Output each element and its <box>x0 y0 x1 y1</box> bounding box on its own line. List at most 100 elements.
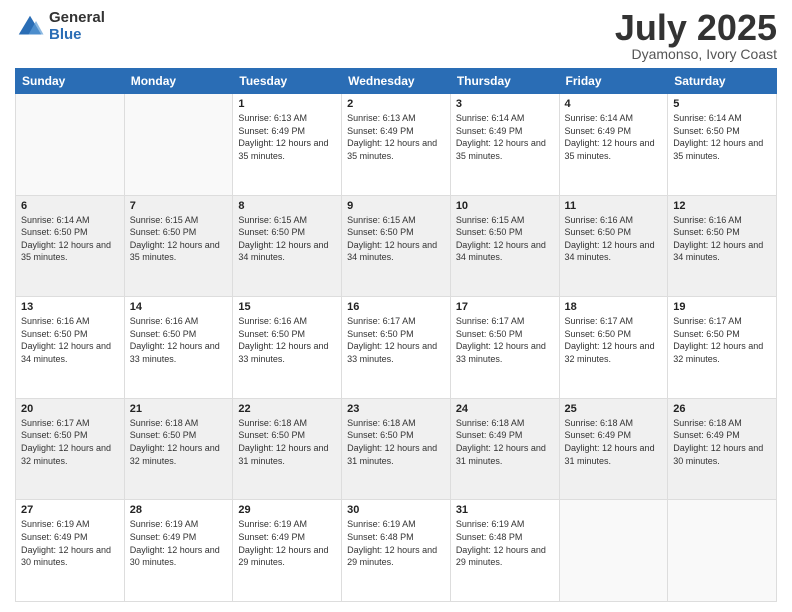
day-number: 12 <box>673 200 771 212</box>
day-info: Sunrise: 6:16 AMSunset: 6:50 PMDaylight:… <box>130 315 228 365</box>
header-tuesday: Tuesday <box>233 69 342 94</box>
day-number: 29 <box>238 504 336 516</box>
header: General Blue July 2025 Dyamonso, Ivory C… <box>15 10 777 62</box>
day-number: 16 <box>347 301 445 313</box>
day-info: Sunrise: 6:15 AMSunset: 6:50 PMDaylight:… <box>456 214 554 264</box>
table-row: 4Sunrise: 6:14 AMSunset: 6:49 PMDaylight… <box>559 94 668 196</box>
logo-blue-label: Blue <box>49 27 105 44</box>
table-row: 24 Sunrise: 6:18 AMSunset: 6:49 PMDayligh… <box>450 398 559 500</box>
day-number: 24 <box>456 403 554 415</box>
day-info: Sunrise: 6:16 AMSunset: 6:50 PMDaylight:… <box>238 315 336 365</box>
day-info: Sunrise: 6:19 AMSunset: 6:48 PMDaylight:… <box>347 518 445 568</box>
table-row: 14 Sunrise: 6:16 AMSunset: 6:50 PMDayligh… <box>124 297 233 399</box>
day-info: Sunrise: 6:15 AMSunset: 6:50 PMDaylight:… <box>238 214 336 264</box>
table-row: 8 Sunrise: 6:15 AMSunset: 6:50 PMDaylight… <box>233 195 342 297</box>
logo-text: General Blue <box>49 10 105 43</box>
day-number: 4 <box>565 98 663 110</box>
day-info: Sunrise: 6:18 AMSunset: 6:50 PMDaylight:… <box>130 417 228 467</box>
header-monday: Monday <box>124 69 233 94</box>
table-row: 29 Sunrise: 6:19 AMSunset: 6:49 PMDayligh… <box>233 500 342 602</box>
day-info: Sunrise: 6:19 AMSunset: 6:49 PMDaylight:… <box>21 518 119 568</box>
day-info: Sunrise: 6:19 AMSunset: 6:49 PMDaylight:… <box>130 518 228 568</box>
day-info: Sunrise: 6:18 AMSunset: 6:49 PMDaylight:… <box>673 417 771 467</box>
calendar-week-5: 27 Sunrise: 6:19 AMSunset: 6:49 PMDayligh… <box>16 500 777 602</box>
logo-general-label: General <box>49 10 105 27</box>
day-info: Sunrise: 6:16 AMSunset: 6:50 PMDaylight:… <box>673 214 771 264</box>
day-info: Sunrise: 6:16 AMSunset: 6:50 PMDaylight:… <box>565 214 663 264</box>
day-info: Sunrise: 6:13 AMSunset: 6:49 PMDaylight:… <box>347 112 445 162</box>
day-number: 20 <box>21 403 119 415</box>
header-friday: Friday <box>559 69 668 94</box>
day-info: Sunrise: 6:14 AMSunset: 6:50 PMDaylight:… <box>21 214 119 264</box>
day-info: Sunrise: 6:13 AMSunset: 6:49 PMDaylight:… <box>238 112 336 162</box>
day-number: 19 <box>673 301 771 313</box>
day-number: 5 <box>673 98 771 110</box>
day-number: 17 <box>456 301 554 313</box>
day-number: 22 <box>238 403 336 415</box>
table-row <box>668 500 777 602</box>
header-thursday: Thursday <box>450 69 559 94</box>
day-number: 8 <box>238 200 336 212</box>
calendar-location: Dyamonso, Ivory Coast <box>615 46 777 62</box>
table-row: 21 Sunrise: 6:18 AMSunset: 6:50 PMDayligh… <box>124 398 233 500</box>
day-number: 2 <box>347 98 445 110</box>
table-row: 5 Sunrise: 6:14 AMSunset: 6:50 PMDaylight… <box>668 94 777 196</box>
table-row: 10Sunrise: 6:15 AMSunset: 6:50 PMDayligh… <box>450 195 559 297</box>
table-row: 31Sunrise: 6:19 AMSunset: 6:48 PMDayligh… <box>450 500 559 602</box>
day-info: Sunrise: 6:19 AMSunset: 6:49 PMDaylight:… <box>238 518 336 568</box>
table-row: 13 Sunrise: 6:16 AMSunset: 6:50 PMDayligh… <box>16 297 125 399</box>
day-number: 18 <box>565 301 663 313</box>
day-number: 23 <box>347 403 445 415</box>
header-wednesday: Wednesday <box>342 69 451 94</box>
header-saturday: Saturday <box>668 69 777 94</box>
table-row: 23Sunrise: 6:18 AMSunset: 6:50 PMDayligh… <box>342 398 451 500</box>
table-row: 20 Sunrise: 6:17 AMSunset: 6:50 PMDayligh… <box>16 398 125 500</box>
day-number: 21 <box>130 403 228 415</box>
page: General Blue July 2025 Dyamonso, Ivory C… <box>0 0 792 612</box>
day-info: Sunrise: 6:17 AMSunset: 6:50 PMDaylight:… <box>21 417 119 467</box>
day-number: 6 <box>21 200 119 212</box>
day-number: 7 <box>130 200 228 212</box>
day-info: Sunrise: 6:18 AMSunset: 6:49 PMDaylight:… <box>565 417 663 467</box>
table-row: 6 Sunrise: 6:14 AMSunset: 6:50 PMDaylight… <box>16 195 125 297</box>
day-info: Sunrise: 6:18 AMSunset: 6:50 PMDaylight:… <box>238 417 336 467</box>
day-info: Sunrise: 6:15 AMSunset: 6:50 PMDaylight:… <box>130 214 228 264</box>
calendar-week-1: 1 Sunrise: 6:13 AMSunset: 6:49 PMDaylight… <box>16 94 777 196</box>
day-info: Sunrise: 6:15 AMSunset: 6:50 PMDaylight:… <box>347 214 445 264</box>
day-number: 14 <box>130 301 228 313</box>
day-info: Sunrise: 6:14 AMSunset: 6:50 PMDaylight:… <box>673 112 771 162</box>
day-info: Sunrise: 6:16 AMSunset: 6:50 PMDaylight:… <box>21 315 119 365</box>
table-row: 12 Sunrise: 6:16 AMSunset: 6:50 PMDayligh… <box>668 195 777 297</box>
day-info: Sunrise: 6:18 AMSunset: 6:49 PMDaylight:… <box>456 417 554 467</box>
table-row: 15Sunrise: 6:16 AMSunset: 6:50 PMDayligh… <box>233 297 342 399</box>
header-sunday: Sunday <box>16 69 125 94</box>
calendar-week-2: 6 Sunrise: 6:14 AMSunset: 6:50 PMDaylight… <box>16 195 777 297</box>
day-number: 3 <box>456 98 554 110</box>
day-number: 1 <box>238 98 336 110</box>
table-row: 9Sunrise: 6:15 AMSunset: 6:50 PMDaylight… <box>342 195 451 297</box>
table-row: 28 Sunrise: 6:19 AMSunset: 6:49 PMDayligh… <box>124 500 233 602</box>
calendar-week-4: 20 Sunrise: 6:17 AMSunset: 6:50 PMDayligh… <box>16 398 777 500</box>
day-number: 28 <box>130 504 228 516</box>
table-row: 18Sunrise: 6:17 AMSunset: 6:50 PMDayligh… <box>559 297 668 399</box>
day-number: 26 <box>673 403 771 415</box>
table-row <box>124 94 233 196</box>
day-number: 13 <box>21 301 119 313</box>
weekday-header-row: Sunday Monday Tuesday Wednesday Thursday… <box>16 69 777 94</box>
day-info: Sunrise: 6:17 AMSunset: 6:50 PMDaylight:… <box>347 315 445 365</box>
day-info: Sunrise: 6:19 AMSunset: 6:48 PMDaylight:… <box>456 518 554 568</box>
table-row: 19 Sunrise: 6:17 AMSunset: 6:50 PMDayligh… <box>668 297 777 399</box>
day-info: Sunrise: 6:14 AMSunset: 6:49 PMDaylight:… <box>456 112 554 162</box>
day-number: 27 <box>21 504 119 516</box>
table-row: 17Sunrise: 6:17 AMSunset: 6:50 PMDayligh… <box>450 297 559 399</box>
logo: General Blue <box>15 10 105 43</box>
table-row: 27 Sunrise: 6:19 AMSunset: 6:49 PMDayligh… <box>16 500 125 602</box>
table-row: 7 Sunrise: 6:15 AMSunset: 6:50 PMDaylight… <box>124 195 233 297</box>
title-block: July 2025 Dyamonso, Ivory Coast <box>615 10 777 62</box>
table-row: 3 Sunrise: 6:14 AMSunset: 6:49 PMDaylight… <box>450 94 559 196</box>
table-row: 1 Sunrise: 6:13 AMSunset: 6:49 PMDaylight… <box>233 94 342 196</box>
day-info: Sunrise: 6:17 AMSunset: 6:50 PMDaylight:… <box>673 315 771 365</box>
calendar-week-3: 13 Sunrise: 6:16 AMSunset: 6:50 PMDayligh… <box>16 297 777 399</box>
table-row: 11Sunrise: 6:16 AMSunset: 6:50 PMDayligh… <box>559 195 668 297</box>
table-row: 2 Sunrise: 6:13 AMSunset: 6:49 PMDaylight… <box>342 94 451 196</box>
